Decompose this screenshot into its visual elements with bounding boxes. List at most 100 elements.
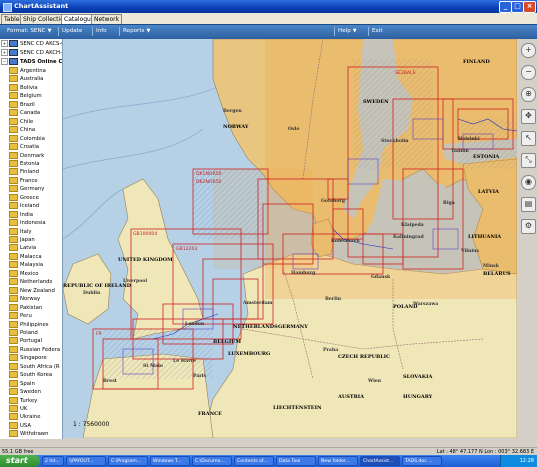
country-label: SWEDEN xyxy=(363,99,389,105)
taskbar-item[interactable]: TADS.doc ... xyxy=(402,456,442,466)
country-label: FRANCE xyxy=(198,411,222,417)
chevron-down-icon: ▼ xyxy=(47,28,52,34)
folder-icon xyxy=(9,379,18,387)
city-label: Gdansk xyxy=(371,275,391,280)
expand-icon[interactable]: + xyxy=(1,49,8,56)
reports-label: Reports xyxy=(123,28,145,34)
folder-icon xyxy=(9,219,18,227)
city-label: Berlin xyxy=(325,297,342,302)
taskbar-item[interactable]: ChartAssist... xyxy=(360,456,400,466)
close-button[interactable]: × xyxy=(523,1,536,13)
tree-node-label: Malacca xyxy=(20,253,42,260)
tree-node-label: Latvia xyxy=(20,245,37,252)
taskbar-item[interactable]: New folder... xyxy=(318,456,358,466)
city-label: London xyxy=(185,322,205,327)
country-label: LATVIA xyxy=(478,189,499,195)
chevron-down-icon: ▼ xyxy=(146,28,151,34)
city-label: Oslo xyxy=(288,127,300,132)
city-label: Tallinn xyxy=(451,149,469,154)
zoom-out-icon[interactable]: − xyxy=(521,65,536,80)
cell-label: GB100004 xyxy=(133,232,158,237)
folder-icon xyxy=(9,67,18,74)
cell-label: GB12203 xyxy=(176,247,198,252)
country-label: BELARUS xyxy=(483,271,511,277)
tree-node-label: Australia xyxy=(20,76,44,83)
start-button[interactable]: start xyxy=(0,455,40,467)
tree-node-label: New Zealand xyxy=(20,287,55,294)
zoom-to-fit-icon[interactable]: ⊕ xyxy=(521,87,536,102)
folder-icon xyxy=(9,126,18,134)
folder-icon xyxy=(9,252,18,260)
update-button[interactable]: Update xyxy=(58,27,85,36)
tree-node-label: Singapore xyxy=(20,355,47,362)
folder-icon xyxy=(9,328,18,336)
city-label: Hamburg xyxy=(291,271,316,276)
expand-icon[interactable]: + xyxy=(1,40,8,47)
folder-icon xyxy=(9,202,18,210)
country-label: LIECHTENSTEIN xyxy=(273,405,322,411)
folder-icon xyxy=(9,83,18,91)
select-icon[interactable]: ↖ xyxy=(521,131,536,146)
info-button[interactable]: Info xyxy=(92,27,110,36)
tree-node-label: Pakistan xyxy=(20,304,43,311)
country-label: GERMANY xyxy=(278,324,308,330)
city-label: Vilnius xyxy=(461,249,479,254)
city-label: Praha xyxy=(323,348,339,353)
taskbar-item[interactable]: Contents of... xyxy=(234,456,274,466)
format-dropdown[interactable]: Format: SENC ▼ xyxy=(4,27,54,36)
folder-icon xyxy=(9,151,18,159)
chart-map[interactable]: NORWAY SWEDEN FINLAND ESTONIA LATVIA LIT… xyxy=(63,39,517,438)
tree-node-label: Colombia xyxy=(20,135,45,142)
tree-node-label: Netherlands xyxy=(20,279,53,286)
tree-node-label: Portugal xyxy=(20,338,42,345)
tree-root-node[interactable]: − TADS Online Cat xyxy=(1,58,62,67)
layer-icon[interactable]: ▤ xyxy=(521,197,536,212)
folder-icon xyxy=(9,261,18,269)
tree-node-label: China xyxy=(20,127,36,134)
country-label: AUSTRIA xyxy=(338,394,364,400)
settings-icon[interactable]: ⚙ xyxy=(521,219,536,234)
app-icon xyxy=(3,3,12,12)
tree-node-label: Iceland xyxy=(20,203,40,210)
folder-icon xyxy=(9,405,18,412)
taskbar-item[interactable]: Windows T... xyxy=(150,456,190,466)
folder-icon xyxy=(9,278,18,286)
folder-icon xyxy=(9,227,18,235)
taskbar-item[interactable]: Data Tool xyxy=(276,456,316,466)
help-dropdown[interactable]: Help ▼ xyxy=(334,27,360,36)
measure-icon[interactable]: ⤡ xyxy=(521,153,536,168)
compass-icon[interactable]: ◉ xyxy=(521,175,536,190)
city-label: Minsk xyxy=(483,264,499,269)
cell-label: SE2BALS xyxy=(395,71,416,76)
taskbar-item[interactable]: C:\Docume... xyxy=(192,456,232,466)
city-label: Riga xyxy=(443,201,455,206)
reports-dropdown[interactable]: Reports ▼ xyxy=(119,27,153,36)
tree-node-label: UK xyxy=(20,406,28,412)
taskbar-item[interactable]: C:\Program... xyxy=(108,456,148,466)
tree-node-label: Russian Federa xyxy=(20,346,61,353)
taskbar-item[interactable]: 2 Int... xyxy=(42,456,64,466)
pan-icon[interactable]: ✥ xyxy=(521,109,536,124)
catalogue-tree[interactable]: + SENC CD AKCS-00 + SENC CD AKCH-11 − TADS On… xyxy=(0,39,63,439)
exit-button[interactable]: Exit xyxy=(368,27,386,36)
tree-node-label: Argentina xyxy=(20,68,46,74)
tree-node-label: Withdrawn xyxy=(20,431,49,438)
folder-icon xyxy=(9,185,18,193)
city-label: Kaliningrad xyxy=(393,235,424,240)
country-label: BELGIUM xyxy=(213,339,242,345)
tree-node-label: Germany xyxy=(20,186,45,193)
country-label: UNITED KINGDOM xyxy=(118,257,173,263)
tab-bar: Table Ship Collection Catalogue Network xyxy=(0,13,537,24)
folder-icon xyxy=(9,75,18,83)
tree-root-node[interactable]: + SENC CD AKCS-00 xyxy=(1,40,62,49)
tree-root-node[interactable]: + SENC CD AKCH-11 xyxy=(1,49,62,58)
cell-label: FR xyxy=(96,332,102,337)
tree-country-node[interactable]: Withdrawn xyxy=(9,430,49,439)
city-label: Bergen xyxy=(223,109,242,114)
expand-icon[interactable]: − xyxy=(1,58,8,65)
taskbar-item[interactable]: \\PAYOUT... xyxy=(66,456,106,466)
tree-node-label: Malaysia xyxy=(20,262,44,269)
zoom-in-icon[interactable]: + xyxy=(521,43,536,58)
tab-network[interactable]: Network xyxy=(91,14,123,24)
tree-node-label: Chile xyxy=(20,118,34,125)
